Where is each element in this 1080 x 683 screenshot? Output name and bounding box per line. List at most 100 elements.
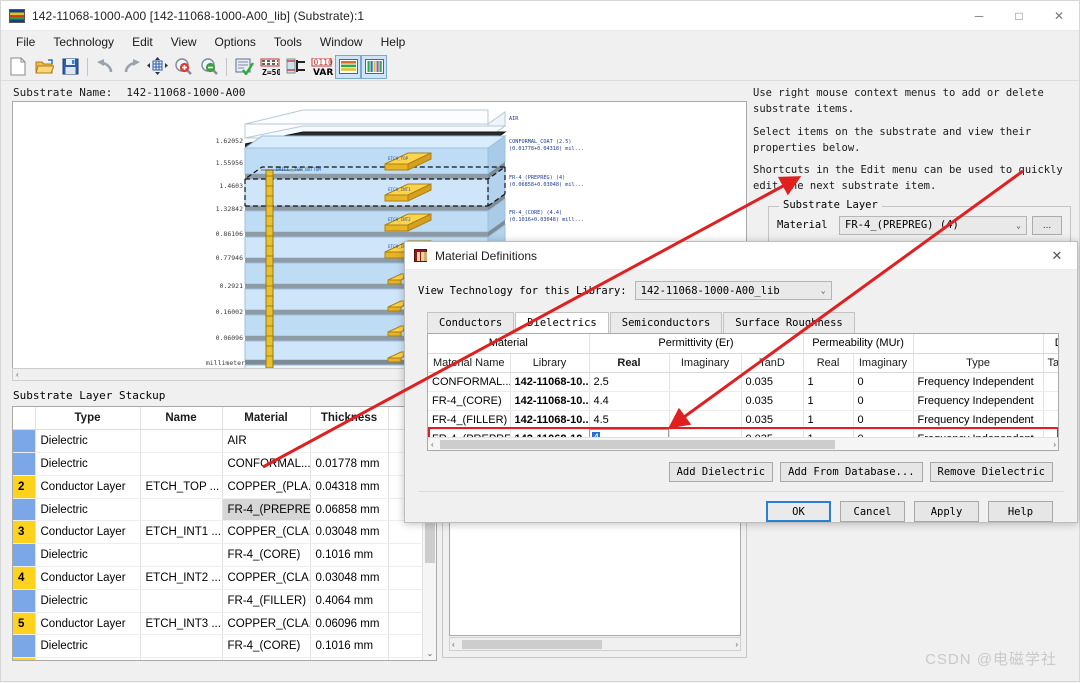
grid-scroll-thumb[interactable] — [440, 440, 835, 449]
stackup-row-material[interactable]: COPPER_(CLA... — [222, 520, 311, 545]
table-row[interactable]: Dielectric CONFORMAL... 0.01778 mm — [13, 452, 436, 476]
open-icon[interactable] — [31, 55, 57, 79]
secondary-view-hscrollbar[interactable]: ‹ › — [449, 637, 741, 651]
mat-row-mur-imag[interactable]: 0 — [853, 391, 914, 411]
mat-row-er-real[interactable]: 2.5 — [589, 372, 670, 392]
menu-file[interactable]: File — [7, 32, 44, 52]
stackup-col-index[interactable] — [13, 407, 36, 431]
secondary-scroll-thumb[interactable] — [462, 640, 602, 649]
grid-scroll-left-arrow[interactable]: ‹ — [428, 440, 434, 449]
tab-conductors[interactable]: Conductors — [427, 312, 515, 333]
stackup-row-material[interactable]: COPPER_(CLA... — [222, 657, 311, 660]
stackup-row-material[interactable]: FR-4_(CORE) — [222, 543, 311, 568]
stackup-row-thickness[interactable] — [310, 429, 389, 454]
stackup-row-material[interactable]: FR-4_(PREPREG) — [222, 498, 311, 522]
mat-row-er-imag[interactable] — [669, 372, 742, 392]
canvas-scroll-left-arrow[interactable]: ‹ — [13, 370, 19, 379]
add-dielectric-button[interactable]: Add Dielectric — [668, 462, 774, 482]
stackup-row-thickness[interactable]: 0.1016 mm — [310, 634, 389, 659]
cancel-button[interactable]: Cancel — [840, 501, 905, 522]
grid-horizontal-scrollbar[interactable]: ‹ › — [428, 437, 1058, 450]
mat-row-mur-real[interactable]: 1 — [803, 410, 854, 430]
mat-row-type[interactable]: Frequency Independent — [913, 410, 1044, 430]
close-button[interactable]: ✕ — [1039, 1, 1079, 31]
save-icon[interactable] — [57, 55, 83, 79]
new-icon[interactable] — [5, 55, 31, 79]
layer-bars-icon[interactable] — [361, 54, 387, 79]
mat-row-type[interactable]: Frequency Independent — [913, 391, 1044, 411]
menu-edit[interactable]: Edit — [123, 32, 162, 52]
stackup-row-thickness[interactable]: 0.06096 mm — [310, 657, 389, 660]
table-row[interactable]: 6Conductor LayerETCH_INT4 ...COPPER_(CLA… — [13, 657, 436, 660]
mat-row-er-tand[interactable]: 0.035 — [741, 391, 804, 411]
mat-row-er-real[interactable]: 4.5 — [589, 410, 670, 430]
material-combo[interactable]: FR-4_(PREPREG) (4) ⌄ — [839, 215, 1027, 235]
redo-icon[interactable] — [118, 55, 144, 79]
secondary-scroll-left-arrow[interactable]: ‹ — [450, 640, 455, 649]
impedance-icon[interactable]: Z=50 — [257, 55, 283, 79]
minimize-button[interactable]: ─ — [959, 1, 999, 31]
mat-row-mur-imag[interactable]: 0 — [853, 410, 914, 430]
table-row[interactable]: Dielectric AIR — [13, 429, 436, 454]
col-library[interactable]: Library — [510, 353, 590, 373]
stackup-row-material[interactable]: FR-4_(CORE) — [222, 634, 311, 659]
apply-button[interactable]: Apply — [914, 501, 979, 522]
stackup-col-name[interactable]: Name — [140, 407, 223, 431]
variables-icon[interactable]: 0110 VAR — [309, 55, 335, 79]
mat-row-mur-real[interactable]: 1 — [803, 391, 854, 411]
table-row[interactable]: Dielectric FR-4_(FILLER) 0.4064 mm — [13, 589, 436, 613]
menu-window[interactable]: Window — [311, 32, 372, 52]
menu-help[interactable]: Help — [372, 32, 415, 52]
stackup-row-thickness[interactable]: 0.03048 mm — [310, 520, 389, 545]
table-row[interactable]: Dielectric FR-4_(PREPREG)0.06858 mm — [13, 498, 436, 522]
ok-button[interactable]: OK — [766, 501, 831, 522]
mat-row-er-imag[interactable] — [669, 410, 742, 430]
menu-view[interactable]: View — [162, 32, 206, 52]
menu-options[interactable]: Options — [206, 32, 265, 52]
stackup-row-thickness[interactable]: 0.4064 mm — [310, 589, 389, 613]
mat-row-tand-fr[interactable] — [1043, 391, 1058, 411]
mat-row-er-tand[interactable]: 0.035 — [741, 372, 804, 392]
stackup-col-thickness[interactable]: Thickness — [310, 407, 389, 431]
col-mur-real[interactable]: Real — [803, 353, 854, 373]
stackup-row-material[interactable]: CONFORMAL... — [222, 452, 311, 476]
menu-technology[interactable]: Technology — [44, 32, 123, 52]
undo-icon[interactable] — [92, 55, 118, 79]
stackup-row-thickness[interactable]: 0.06858 mm — [310, 498, 389, 522]
stackup-row-material[interactable]: AIR — [222, 429, 311, 454]
fit-view-icon[interactable] — [144, 55, 170, 79]
remove-dielectric-button[interactable]: Remove Dielectric — [929, 462, 1053, 482]
library-combo[interactable]: 142-11068-1000-A00_lib ⌄ — [634, 281, 832, 300]
mat-row-er-real[interactable]: 4.4 — [589, 391, 670, 411]
maximize-button[interactable]: □ — [999, 1, 1039, 31]
menu-tools[interactable]: Tools — [265, 32, 311, 52]
tab-semiconductors[interactable]: Semiconductors — [609, 312, 723, 333]
tab-surface-roughness[interactable]: Surface Roughness — [723, 312, 855, 333]
stackup-col-type[interactable]: Type — [35, 407, 141, 431]
mat-row-er-tand[interactable]: 0.035 — [741, 410, 804, 430]
mat-row-mur-real[interactable]: 1 — [803, 372, 854, 392]
mat-row-type[interactable]: Frequency Independent — [913, 372, 1044, 392]
col-er-imaginary[interactable]: Imaginary — [669, 353, 742, 373]
col-er-real[interactable]: Real — [589, 353, 670, 373]
mat-row-mur-imag[interactable]: 0 — [853, 372, 914, 392]
table-row[interactable]: FR-4_(FILLER) 142-11068-10... 4.5 0.035 1 0 Fr… — [428, 410, 1058, 430]
table-row[interactable]: 3 Conductor Layer ETCH_INT1 ... COPPER_(CLA… — [13, 520, 436, 545]
stackup-row-thickness[interactable]: 0.06096 mm — [310, 612, 389, 636]
table-row[interactable]: CONFORMAL... 142-11068-10... 2.5 0.035 1 0 Fre… — [428, 372, 1058, 392]
mat-row-tand-fr[interactable] — [1043, 410, 1058, 430]
stackup-row-material[interactable]: COPPER_(CLA... — [222, 612, 311, 636]
stackup-row-thickness[interactable]: 0.1016 mm — [310, 543, 389, 568]
check-substrate-icon[interactable] — [231, 55, 257, 79]
help-button[interactable]: Help — [988, 501, 1053, 522]
stackup-row-thickness[interactable]: 0.04318 mm — [310, 475, 389, 499]
stackup-row-thickness[interactable]: 0.01778 mm — [310, 452, 389, 476]
dielectrics-grid[interactable]: Material Permittivity (Er) Permeability … — [427, 333, 1059, 451]
mat-row-er-imag[interactable] — [669, 391, 742, 411]
col-tand-fr[interactable]: TanD Fr — [1043, 353, 1058, 373]
stackup-row-material[interactable]: FR-4_(FILLER) — [222, 589, 311, 613]
tab-dielectrics[interactable]: Dielectrics — [515, 312, 609, 334]
stackup-row-material[interactable]: COPPER_(PLA... — [222, 475, 311, 499]
table-row[interactable]: 4 Conductor Layer ETCH_INT2 ... COPPER_(CLA… — [13, 566, 436, 590]
crosssection-icon[interactable] — [283, 55, 309, 79]
